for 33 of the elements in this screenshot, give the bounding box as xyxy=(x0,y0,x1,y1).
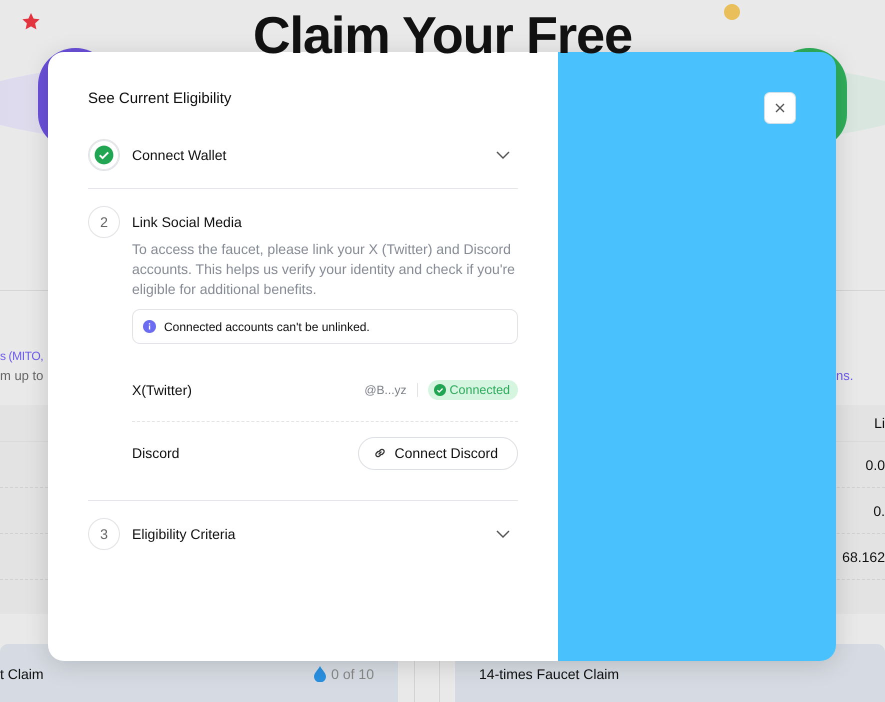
close-icon xyxy=(775,103,785,113)
connect-button[interactable]: Connect Discord xyxy=(358,436,518,470)
connected-badge: Connected xyxy=(428,380,518,400)
terms-link[interactable]: ns. xyxy=(836,366,854,386)
water-drop-icon xyxy=(314,666,326,682)
info-icon xyxy=(143,320,156,333)
step-title[interactable]: Eligibility Criteria xyxy=(132,526,484,542)
step-title[interactable]: Link Social Media xyxy=(132,214,518,230)
step-description: To access the faucet, please link your X (Twitter) and Discord accounts. This helps us verify your identity and check if you're eligible for additional benefits. xyxy=(132,240,516,299)
star-icon xyxy=(21,12,41,32)
table-cell: 0.0 xyxy=(866,456,885,472)
link-icon xyxy=(372,446,386,460)
account-handle: @B...yz xyxy=(364,383,418,397)
column-header: Li xyxy=(874,415,885,431)
description-text: m up to xyxy=(0,367,44,385)
account-name: Discord xyxy=(132,445,180,461)
chevron-down-icon[interactable] xyxy=(496,151,510,159)
table-cell: 0. xyxy=(873,502,885,518)
claim-count: 0 of 10 xyxy=(331,666,374,682)
confetti-dot xyxy=(724,4,740,20)
step-number: 2 xyxy=(88,206,120,238)
table-cell: 68.162 xyxy=(842,548,885,564)
step-number: 3 xyxy=(88,518,120,550)
step-title[interactable]: Connect Wallet xyxy=(132,147,484,163)
close-button[interactable] xyxy=(764,92,796,124)
card-title: 14-times Faucet Claim xyxy=(479,666,620,682)
chevron-down-icon[interactable] xyxy=(496,530,510,538)
token-link[interactable]: s (MITO, xyxy=(0,346,44,366)
page-title: Claim Your Free xyxy=(253,6,632,66)
account-name: X(Twitter) xyxy=(132,382,193,398)
modal-title: See Current Eligibility xyxy=(88,90,232,107)
notice-text: Connected accounts can't be unlinked. xyxy=(164,320,370,334)
card-title: t Claim xyxy=(0,666,44,682)
